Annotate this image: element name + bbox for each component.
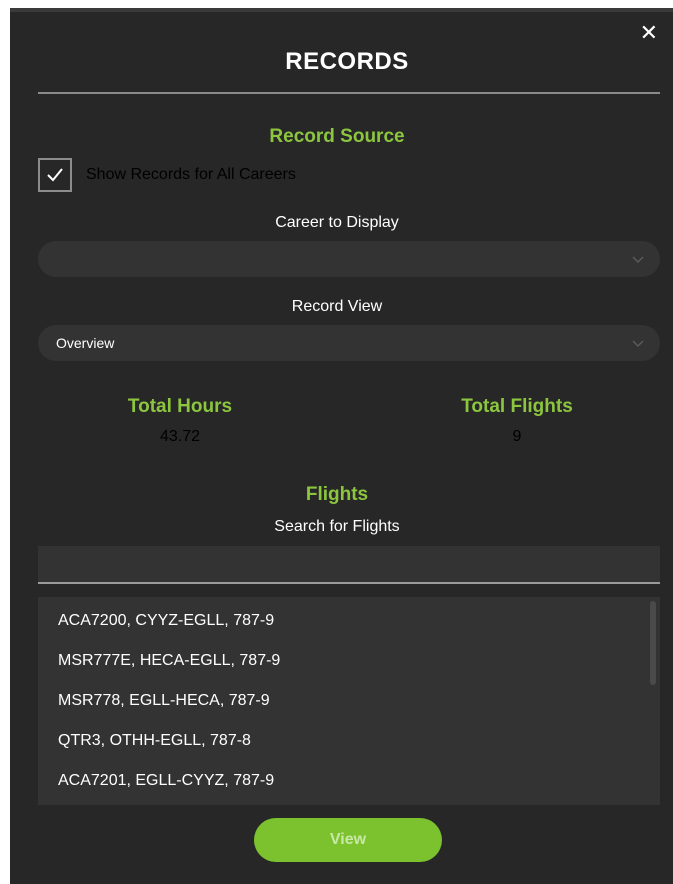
record-source-heading: Record Source — [269, 126, 405, 147]
total-hours-heading: Total Hours — [127, 396, 233, 417]
show-all-careers-row[interactable]: Show Records for All Careers — [38, 158, 296, 192]
list-item[interactable]: QTR3, OTHH-EGLL, 787-8 — [38, 721, 660, 761]
flights-heading: Flights — [305, 484, 369, 505]
list-item[interactable]: MSR777E, HECA-EGLL, 787-9 — [38, 641, 660, 681]
list-scrollbar[interactable] — [650, 601, 656, 685]
chevron-down-icon — [632, 256, 644, 264]
record-view-label: Record View — [291, 298, 383, 315]
view-button[interactable]: View — [254, 818, 442, 862]
close-icon[interactable]: ✕ — [640, 22, 658, 44]
search-flights-label: Search for Flights — [274, 518, 400, 535]
record-view-dropdown[interactable]: Overview — [38, 325, 660, 361]
page-title: RECORDS — [285, 48, 409, 75]
chevron-down-icon — [632, 340, 644, 348]
title-divider — [38, 92, 660, 94]
list-item[interactable]: MSR778, EGLL-HECA, 787-9 — [38, 681, 660, 721]
total-flights-value: 9 — [512, 428, 522, 445]
list-item[interactable]: ACA7201, EGLL-CYYZ, 787-9 — [38, 761, 660, 801]
show-all-careers-label: Show Records for All Careers — [86, 166, 296, 183]
record-view-value: Overview — [56, 335, 115, 351]
career-dropdown[interactable] — [38, 241, 660, 277]
career-to-display-label: Career to Display — [275, 214, 399, 231]
list-item[interactable]: ACA7200, CYYZ-EGLL, 787-9 — [38, 601, 660, 641]
top-strip — [10, 8, 673, 12]
flights-list[interactable]: ACA7200, CYYZ-EGLL, 787-9 MSR777E, HECA-… — [38, 597, 660, 805]
show-all-careers-checkbox[interactable] — [38, 158, 72, 192]
total-flights-heading: Total Flights — [461, 396, 573, 417]
checkmark-icon — [47, 168, 63, 182]
total-hours-value: 43.72 — [159, 428, 201, 445]
search-flights-input[interactable] — [38, 546, 660, 584]
